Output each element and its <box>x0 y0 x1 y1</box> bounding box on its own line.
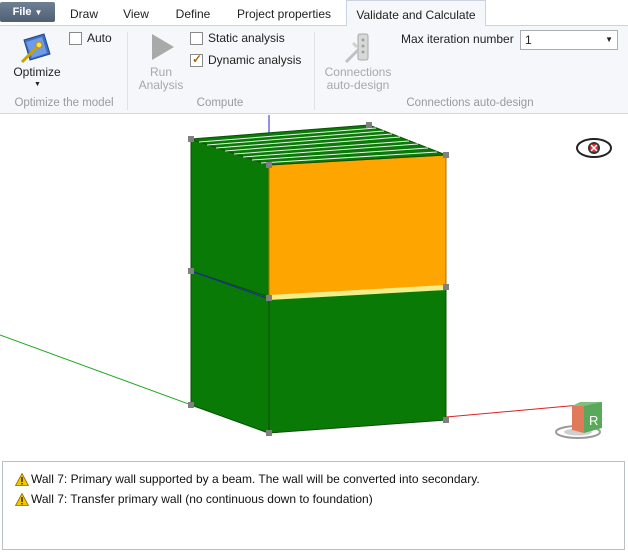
file-menu-button[interactable]: File ▼ <box>0 2 55 22</box>
play-icon <box>152 34 174 60</box>
wall-left-upper[interactable] <box>190 138 270 298</box>
ribbon-separator <box>314 32 315 110</box>
max-iteration-value: 1 <box>525 33 532 47</box>
chevron-down-icon: ▼ <box>605 35 613 44</box>
chevron-down-icon: ▼ <box>34 7 43 17</box>
file-menu-label: File <box>12 6 32 18</box>
messages-panel: Wall 7: Primary wall supported by a beam… <box>2 461 625 550</box>
dynamic-analysis-checkbox[interactable] <box>190 52 203 67</box>
group-label-compute: Compute <box>196 97 244 109</box>
auto-checkbox-row[interactable]: Auto <box>69 31 112 45</box>
message-text: Wall 7: Transfer primary wall (no contin… <box>31 492 373 506</box>
auto-checkbox-label: Auto <box>87 31 112 45</box>
connections-auto-design-button[interactable]: Connections auto-design <box>320 30 396 92</box>
ribbon-panel: Optimize ▼ Auto Optimize the model Run A… <box>0 26 628 114</box>
max-iteration-label: Max iteration number <box>401 32 514 46</box>
static-analysis-row[interactable]: Static analysis <box>190 31 285 45</box>
message-row[interactable]: Wall 7: Primary wall supported by a beam… <box>15 472 480 486</box>
static-analysis-checkbox[interactable] <box>190 31 203 45</box>
tab-draw[interactable]: Draw <box>62 0 106 26</box>
warning-icon <box>15 492 29 506</box>
static-analysis-label: Static analysis <box>208 31 285 45</box>
wall-front-lower[interactable] <box>268 286 447 434</box>
run-analysis-label-line2: Analysis <box>138 78 184 92</box>
navigation-cube-label: R <box>589 413 598 428</box>
connections-label-line2: auto-design <box>326 78 390 92</box>
group-label-connections: Connections auto-design <box>406 97 534 109</box>
tab-define[interactable]: Define <box>166 0 220 26</box>
navigation-cube[interactable]: R <box>555 402 602 439</box>
tab-validate-and-calculate[interactable]: Validate and Calculate <box>346 0 486 27</box>
ribbon-tab-strip: File ▼ Draw View Define Project properti… <box>0 0 628 27</box>
tab-project-properties[interactable]: Project properties <box>228 0 340 26</box>
wall-7-orange[interactable] <box>268 154 447 298</box>
3d-model-canvas[interactable]: R <box>0 115 628 457</box>
message-text: Wall 7: Primary wall supported by a beam… <box>31 472 480 486</box>
eye-hidden-icon[interactable] <box>576 138 612 158</box>
auto-checkbox[interactable] <box>69 31 82 45</box>
run-analysis-button[interactable]: Run Analysis <box>134 30 188 92</box>
chevron-down-icon: ▼ <box>34 81 41 88</box>
warning-icon <box>15 472 29 486</box>
tab-view[interactable]: View <box>112 0 160 26</box>
3d-viewport[interactable]: R <box>0 115 628 457</box>
max-iteration-select[interactable]: 1 ▼ <box>520 30 618 50</box>
ribbon-separator <box>127 32 128 110</box>
group-label-optimize: Optimize the model <box>14 97 114 109</box>
optimize-button-label: Optimize <box>13 65 61 79</box>
optimize-button[interactable]: Optimize ▼ <box>8 30 66 92</box>
message-row[interactable]: Wall 7: Transfer primary wall (no contin… <box>15 492 373 506</box>
optimize-icon <box>20 33 51 64</box>
connections-design-icon <box>344 33 369 64</box>
dynamic-analysis-row[interactable]: Dynamic analysis <box>190 52 302 67</box>
dynamic-analysis-label: Dynamic analysis <box>208 53 302 67</box>
